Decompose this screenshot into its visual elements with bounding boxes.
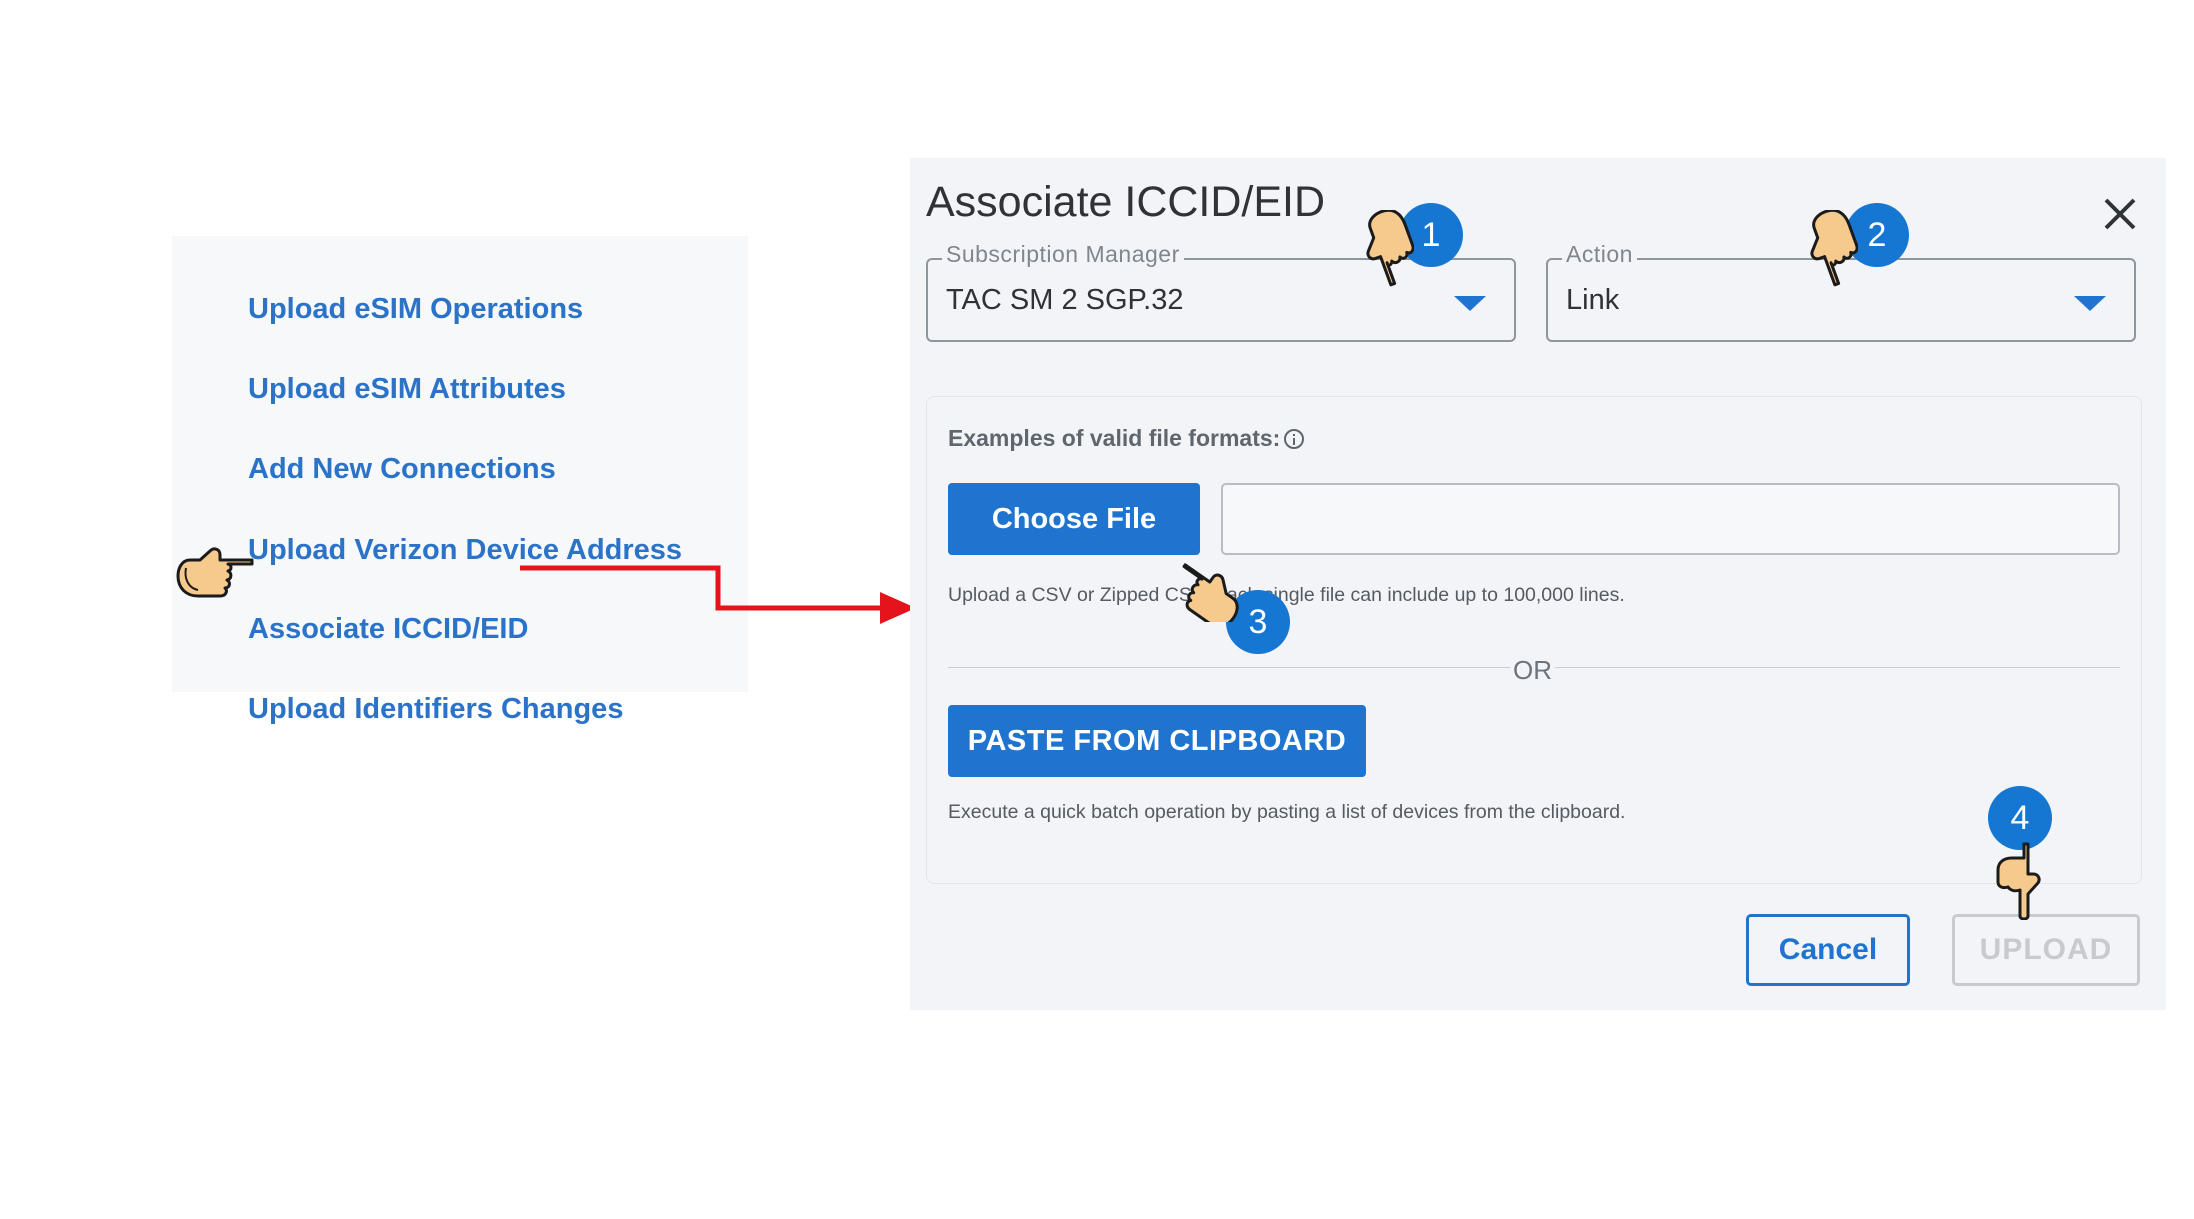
choose-file-button[interactable]: Choose File: [948, 483, 1200, 555]
paste-hint: Execute a quick batch operation by pasti…: [948, 801, 1626, 823]
upload-button[interactable]: UPLOAD: [1952, 914, 2140, 986]
pointing-hand-icon: [1182, 563, 1239, 622]
chevron-down-icon: [1454, 296, 1486, 311]
step-badge-4: 4: [1988, 786, 2052, 850]
menu-item-add-new-connections[interactable]: Add New Connections: [248, 453, 556, 486]
action-label: Action: [1562, 241, 1637, 268]
dialog-title: Associate ICCID/EID: [926, 178, 1326, 226]
pointing-hand-icon: [1366, 210, 1414, 287]
formats-hint-text: Examples of valid file formats:: [948, 425, 1281, 451]
close-icon: [2104, 198, 2136, 230]
menu-item-upload-esim-operations[interactable]: Upload eSIM Operations: [248, 293, 583, 326]
associate-dialog: Associate ICCID/EID Subscription Manager…: [910, 158, 2166, 1010]
chevron-down-icon: [2074, 296, 2106, 311]
subscription-manager-value: TAC SM 2 SGP.32: [946, 284, 1184, 316]
formats-hint: Examples of valid file formats:: [948, 425, 1305, 452]
subscription-manager-select[interactable]: Subscription Manager TAC SM 2 SGP.32: [926, 241, 1516, 342]
or-separator: OR: [1510, 655, 1555, 686]
upload-panel: Examples of valid file formats: Choose F…: [926, 396, 2142, 884]
menu-item-upload-esim-attributes[interactable]: Upload eSIM Attributes: [248, 373, 566, 406]
subscription-manager-label: Subscription Manager: [942, 241, 1184, 268]
file-name-input[interactable]: [1221, 483, 2120, 555]
close-button[interactable]: [2090, 184, 2150, 244]
info-icon[interactable]: [1284, 428, 1305, 449]
pointing-hand-icon: [176, 547, 254, 598]
paste-from-clipboard-button[interactable]: PASTE FROM CLIPBOARD: [948, 705, 1366, 777]
upload-hint: Upload a CSV or Zipped CSV. Each single …: [948, 584, 1625, 606]
menu-item-associate-iccid-eid[interactable]: Associate ICCID/EID: [248, 613, 528, 646]
cancel-button[interactable]: Cancel: [1746, 914, 1910, 986]
action-value: Link: [1566, 284, 1620, 316]
red-arrow-icon: [520, 565, 916, 624]
menu-item-upload-identifiers-changes[interactable]: Upload Identifiers Changes: [248, 693, 623, 726]
pointing-hand-icon: [1810, 210, 1858, 287]
pointing-hand-icon: [1996, 842, 2041, 920]
